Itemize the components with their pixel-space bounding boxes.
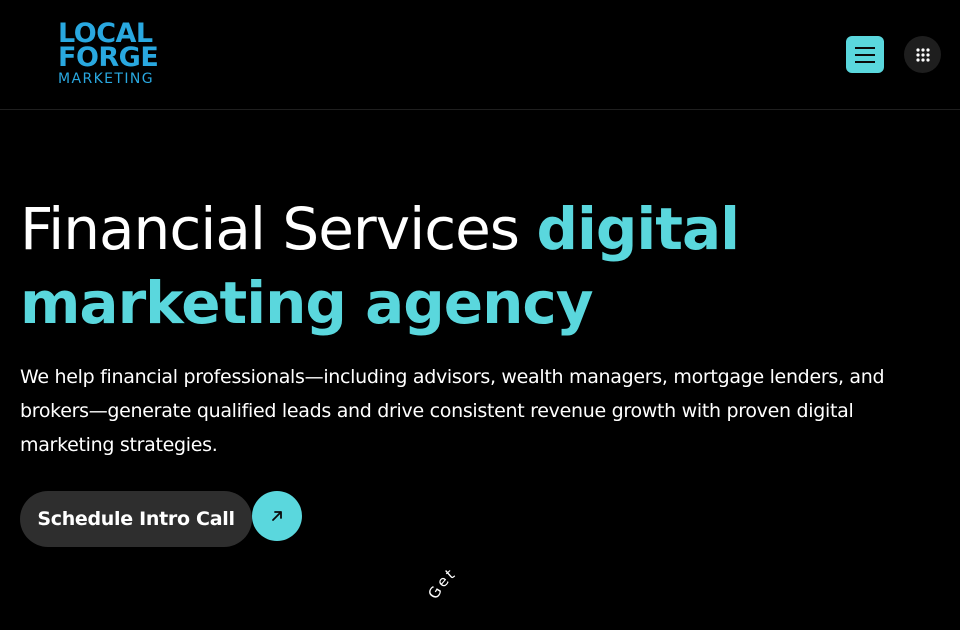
schedule-intro-call-button[interactable]: Schedule Intro Call — [20, 491, 252, 547]
hamburger-menu-icon-bar — [855, 53, 875, 56]
badge-text: Get a FREE — [424, 570, 525, 602]
apps-button[interactable] — [904, 36, 941, 73]
hero-title-light: Financial Services — [20, 195, 537, 263]
logo-line-3: MARKETING — [58, 71, 155, 87]
arrow-up-right-icon — [272, 511, 282, 521]
svg-text:Get a FREE: Get a FREE — [424, 570, 527, 602]
grid-dots-icon — [915, 47, 930, 62]
cta-arrow-button[interactable] — [252, 491, 302, 541]
hero-title: Financial Services digital marketing age… — [20, 192, 940, 340]
logo[interactable]: LOCAL FORGE MARKETING — [58, 20, 168, 88]
site-header: LOCAL FORGE MARKETING — [0, 0, 960, 110]
hamburger-menu-icon — [855, 46, 875, 49]
hamburger-menu-icon-bar — [855, 60, 875, 63]
menu-button[interactable] — [846, 36, 884, 73]
hero-description: We help financial professionals—includin… — [20, 366, 885, 456]
free-offer-badge[interactable]: Get a FREE — [420, 570, 580, 630]
logo-line-2: FORGE — [58, 42, 159, 73]
